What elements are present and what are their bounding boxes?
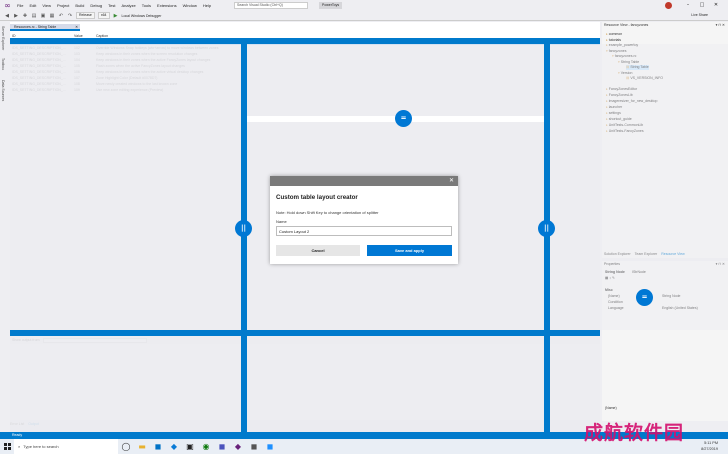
zone-bottom-middle[interactable] — [247, 336, 544, 432]
name-label: Name — [276, 219, 287, 224]
watermark: 成航软件园 — [584, 422, 685, 444]
teams-icon[interactable]: ◼ — [214, 439, 230, 454]
splitter-handle-icon[interactable]: || — [235, 220, 252, 237]
folder-icon: ▸ — [606, 38, 608, 42]
tree-item-label: common — [608, 32, 623, 36]
debugger-label[interactable]: Local Windows Debugger — [122, 14, 162, 18]
menu-window[interactable]: Window — [180, 3, 200, 8]
tree-item[interactable]: ▸common — [606, 32, 622, 37]
menu-build[interactable]: Build — [72, 3, 87, 8]
terminal-icon[interactable]: ▣ — [182, 439, 198, 454]
new-item-icon[interactable]: ✚ — [22, 13, 28, 19]
document-tab-label: Resources.rc - String Table — [14, 25, 57, 29]
menu-debug[interactable]: Debug — [87, 3, 105, 8]
dialog-titlebar: ✕ — [270, 176, 458, 186]
toolbar: ◀ ▶ ✚ ▤ ▣ ▦ ↶ ↷ Release x64 ▶ Local Wind… — [0, 11, 728, 21]
configuration-dropdown[interactable]: Release — [76, 12, 95, 19]
search-input[interactable]: Search Visual Studio (Ctrl+Q) — [234, 2, 308, 9]
status-text: Ready — [12, 433, 23, 437]
menu-tools[interactable]: Tools — [139, 3, 154, 8]
menu-test[interactable]: Test — [105, 3, 118, 8]
menu-extensions[interactable]: Extensions — [154, 3, 180, 8]
splitter-handle-icon[interactable]: || — [538, 220, 555, 237]
horizontal-splitter[interactable] — [10, 330, 600, 336]
live-share-button[interactable]: Live Share — [691, 13, 708, 17]
cancel-button[interactable]: Cancel — [276, 245, 360, 256]
taskbar-search[interactable]: ⌕ Type here to search — [14, 439, 118, 454]
splitter-handle-icon[interactable]: = — [636, 289, 653, 306]
taskbar-search-placeholder: Type here to search — [23, 444, 59, 449]
resource-view-title-text: Resource View - fancyzones — [604, 23, 649, 27]
undo-icon[interactable]: ↶ — [58, 13, 64, 19]
close-icon[interactable]: ✕ — [712, 1, 720, 9]
splitter-handle-icon[interactable]: = — [395, 110, 412, 127]
menu-project[interactable]: Project — [54, 3, 72, 8]
menu-view[interactable]: View — [39, 3, 54, 8]
vscode-icon[interactable]: ◆ — [166, 439, 182, 454]
folder-icon: ▸ — [606, 32, 608, 36]
dialog-note: Note: Hold down Shift Key to change orie… — [276, 210, 379, 215]
open-icon[interactable]: ▤ — [31, 13, 37, 19]
visual-studio-logo-icon: ∞ — [4, 1, 11, 10]
resource-view-title: Resource View - fancyzones ▾ ⊓ ✕ — [602, 22, 728, 28]
zone-bottom-left[interactable] — [10, 336, 241, 432]
start-debug-icon[interactable]: ▶ — [113, 13, 119, 19]
app-icon[interactable]: ◼ — [246, 439, 262, 454]
solution-name-badge: PowerToys — [319, 2, 343, 9]
dialog-close-icon[interactable]: ✕ — [449, 177, 454, 185]
custom-layout-dialog: ✕ Custom table layout creator Note: Hold… — [270, 176, 458, 264]
minimize-icon[interactable]: – — [684, 1, 692, 9]
document-tab[interactable]: Resources.rc - String Table ✕ — [10, 24, 80, 31]
visual-studio-icon[interactable]: ◆ — [230, 439, 246, 454]
menu-edit[interactable]: Edit — [26, 3, 39, 8]
windows-logo-icon — [3, 443, 11, 450]
avatar[interactable] — [665, 2, 672, 9]
clock-date: 8/27/2019 — [701, 447, 718, 451]
powertoys-icon[interactable]: ◼ — [262, 439, 278, 454]
left-tool-tabs: Server Explorer Toolbox Data Sources — [0, 22, 9, 422]
task-view-icon[interactable]: ◯ — [118, 439, 134, 454]
zone-right-column[interactable] — [602, 44, 728, 330]
save-all-icon[interactable]: ▦ — [49, 13, 55, 19]
save-icon[interactable]: ▣ — [40, 13, 46, 19]
pane-options-icon[interactable]: ▾ ⊓ ✕ — [716, 22, 725, 28]
toolbox-tab[interactable]: Toolbox — [1, 58, 5, 70]
search-icon: ⌕ — [18, 444, 21, 449]
layout-name-field[interactable] — [276, 226, 452, 236]
horizontal-splitter[interactable] — [10, 38, 600, 44]
zone-top-middle[interactable] — [247, 44, 544, 116]
edge-icon[interactable]: ◉ — [198, 439, 214, 454]
data-sources-tab[interactable]: Data Sources — [1, 80, 5, 101]
tree-item-label: tutorials — [608, 38, 622, 42]
menu-file[interactable]: File — [14, 3, 26, 8]
save-and-apply-button[interactable]: Save and apply — [367, 245, 452, 256]
close-tab-icon[interactable]: ✕ — [75, 24, 78, 30]
system-tray-clock[interactable]: 5:11 PM 8/27/2019 — [701, 440, 718, 452]
redo-icon[interactable]: ↷ — [67, 13, 73, 19]
menu-analyze[interactable]: Analyze — [118, 3, 138, 8]
file-explorer-icon[interactable]: ▬ — [134, 439, 150, 454]
start-button[interactable] — [0, 439, 14, 454]
zone-top-right[interactable] — [550, 44, 600, 330]
maximize-icon[interactable]: □ — [698, 1, 706, 9]
properties-description-title: (Name) — [605, 406, 617, 410]
dialog-title: Custom table layout creator — [276, 194, 358, 201]
server-explorer-tab[interactable]: Server Explorer — [1, 26, 5, 50]
back-icon[interactable]: ◀ — [4, 13, 10, 19]
forward-icon[interactable]: ▶ — [13, 13, 19, 19]
title-bar: ∞ File Edit View Project Build Debug Tes… — [0, 0, 728, 11]
zone-top-left[interactable] — [10, 44, 241, 330]
outlook-icon[interactable]: ◼ — [150, 439, 166, 454]
menu-help[interactable]: Help — [200, 3, 214, 8]
platform-dropdown[interactable]: x64 — [97, 12, 110, 19]
